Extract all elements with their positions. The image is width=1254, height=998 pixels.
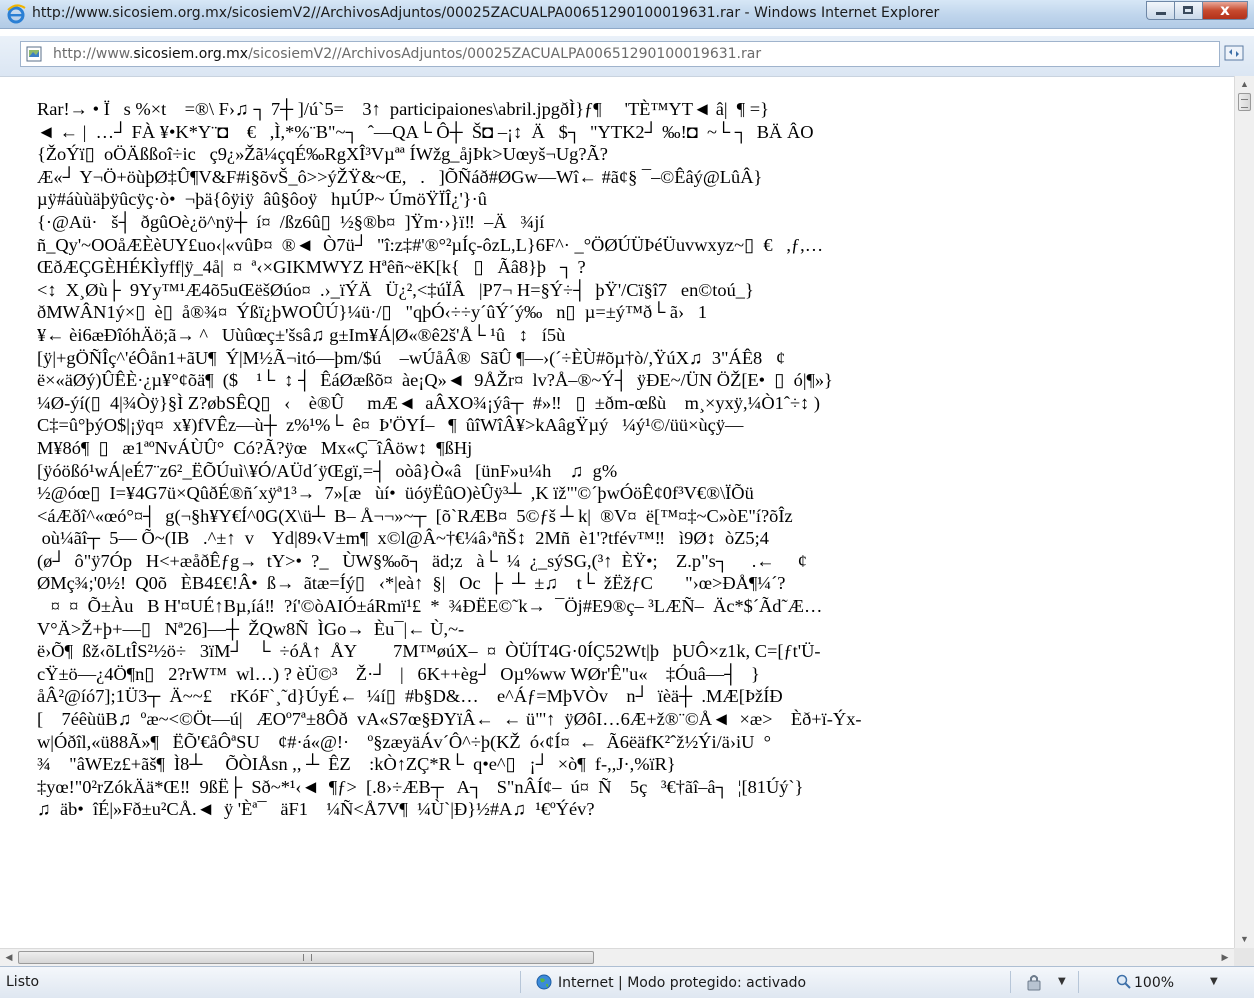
status-divider	[1078, 971, 1079, 993]
security-dropdown-icon[interactable]: ▼	[1058, 976, 1066, 987]
address-input[interactable]: http://www.sicosiem.org.mx/sicosiemV2//A…	[20, 41, 1220, 67]
horizontal-scroll-thumb[interactable]	[18, 951, 594, 964]
close-button[interactable]: x	[1202, 1, 1248, 20]
minimize-icon	[1156, 12, 1166, 15]
close-icon: x	[1220, 1, 1230, 19]
scroll-up-arrow[interactable]: ▲	[1235, 76, 1254, 93]
zoom-magnifier-icon	[1116, 974, 1131, 989]
compatibility-view-icon[interactable]	[1224, 43, 1244, 63]
scrollbar-corner	[1234, 948, 1254, 966]
url-prefix: http://www.	[53, 46, 134, 62]
security-zone[interactable]: Internet | Modo protegido: activado	[536, 974, 806, 991]
url-domain: sicosiem.org.mx	[133, 46, 249, 62]
scroll-down-arrow[interactable]: ▼	[1235, 931, 1254, 948]
status-divider	[520, 971, 521, 993]
url-path: /sicosiemV2//ArchivosAdjuntos/00025ZACUA…	[248, 46, 762, 62]
raw-file-text: Rar!→ • Ï s %×t =®\ F›♫ ┐ 7┼ ]/ú`5= 3↑ p…	[37, 99, 862, 820]
page-icon	[26, 46, 42, 62]
zoom-level: 100%	[1134, 975, 1175, 991]
maximize-icon	[1183, 6, 1193, 14]
url-text: http://www.sicosiem.org.mx/sicosiemV2//A…	[53, 46, 761, 62]
grip-icon	[303, 954, 312, 961]
zone-text: Internet | Modo protegido: activado	[558, 975, 807, 991]
maximize-button[interactable]	[1174, 1, 1202, 20]
window-titlebar[interactable]: http://www.sicosiem.org.mx/sicosiemV2//A…	[0, 0, 1254, 29]
internet-explorer-icon	[7, 4, 26, 24]
globe-icon	[536, 974, 552, 990]
address-bar: http://www.sicosiem.org.mx/sicosiemV2//A…	[0, 36, 1254, 76]
grip-icon	[1241, 99, 1248, 108]
vertical-scroll-thumb[interactable]	[1238, 93, 1251, 111]
horizontal-scrollbar[interactable]: ◀ ▶	[0, 948, 1234, 966]
security-lock-icon[interactable]	[1025, 973, 1047, 991]
status-divider	[1010, 971, 1011, 993]
scroll-left-arrow[interactable]: ◀	[0, 949, 18, 966]
status-bar: Listo Internet | Modo protegido: activad…	[0, 966, 1254, 998]
scroll-right-arrow[interactable]: ▶	[1216, 949, 1234, 966]
vertical-scrollbar[interactable]: ▲ ▼	[1234, 76, 1254, 948]
page-content[interactable]: Rar!→ • Ï s %×t =®\ F›♫ ┐ 7┼ ]/ú`5= 3↑ p…	[0, 76, 1234, 949]
window-controls: x	[1146, 1, 1248, 22]
zoom-control[interactable]: 100%	[1116, 974, 1174, 991]
window-title: http://www.sicosiem.org.mx/sicosiemV2//A…	[32, 5, 940, 21]
zoom-dropdown-icon[interactable]: ▼	[1210, 976, 1218, 987]
status-text: Listo	[6, 974, 40, 990]
minimize-button[interactable]	[1146, 1, 1174, 20]
